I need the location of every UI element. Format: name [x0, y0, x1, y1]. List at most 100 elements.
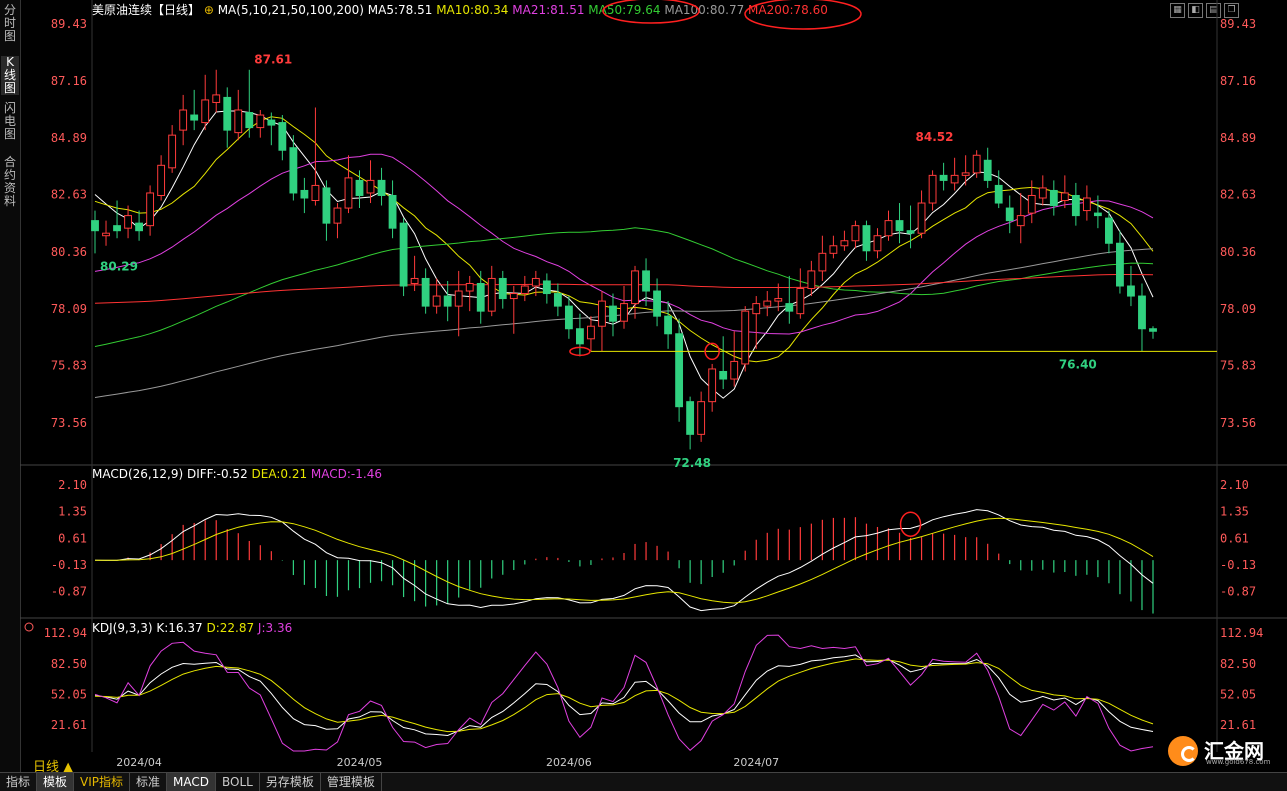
macd-tick-left: 0.61 [58, 531, 87, 545]
price-tick-left: 73.56 [51, 416, 87, 430]
candle-body [1049, 189, 1058, 207]
kdj-tick-left: 82.50 [51, 657, 87, 671]
candle-body [564, 305, 573, 330]
candle-body [730, 360, 739, 380]
candle-body [388, 194, 397, 229]
candle-body [190, 114, 199, 121]
candle-body [675, 333, 684, 408]
candle-body [631, 270, 639, 305]
candle-body [509, 293, 518, 300]
price-tick-left: 84.89 [51, 131, 87, 145]
candle-body [598, 300, 606, 327]
tab-standard[interactable]: 标准 [130, 773, 168, 791]
candle-body [1105, 217, 1113, 244]
sidebar: 分时图 K线图 闪电图 合约资料 [0, 0, 21, 772]
price-annotation: 84.52 [916, 130, 954, 144]
candle-body [708, 368, 717, 403]
candle-body [642, 270, 650, 292]
candle-body [520, 285, 529, 295]
x-tick-label: 2024/04 [116, 756, 162, 769]
kdj-tick-left: 52.05 [51, 688, 87, 702]
macd-value: MACD:-1.46 [311, 467, 382, 481]
candle-body [785, 303, 794, 312]
candle-body [1060, 192, 1069, 202]
candle-body [443, 295, 452, 307]
candle-body [1027, 194, 1036, 214]
tab-indicator[interactable]: 指标 [0, 773, 38, 791]
tab-manage-template[interactable]: 管理模板 [321, 773, 382, 791]
macd-tick-right: 0.61 [1220, 531, 1249, 545]
kdj-j: J:3.36 [257, 621, 292, 635]
tab-vip-indicator[interactable]: VIP指标 [74, 773, 131, 791]
price-tick-left: 87.16 [51, 74, 87, 88]
candle-body [1082, 197, 1091, 212]
bottom-toolbar: 指标 模板 VIP指标 标准 MACD BOLL 另存模板 管理模板 [0, 772, 1287, 791]
candle-body [620, 303, 628, 322]
ma5-line [94, 110, 1154, 399]
price-tick-left: 80.36 [51, 245, 87, 259]
candle-body [322, 187, 331, 224]
candle-body [829, 245, 838, 254]
tab-template[interactable]: 模板 [37, 773, 75, 791]
x-tick-label: 2024/07 [733, 756, 779, 769]
price-tick-right: 75.83 [1220, 359, 1256, 373]
kdj-tick-left: 112.94 [44, 626, 87, 640]
candle-body [697, 401, 706, 435]
candle-body [124, 215, 132, 229]
candle-body [179, 109, 188, 131]
price-tick-left: 82.63 [51, 188, 87, 202]
candle-body [91, 220, 99, 232]
price-tick-right: 73.56 [1220, 416, 1256, 430]
macd-tick-right: 1.35 [1220, 505, 1249, 519]
candle-body [862, 225, 871, 252]
price-annotation: 72.48 [673, 456, 711, 470]
tab-macd[interactable]: MACD [167, 773, 217, 791]
ma-value: MA21:81.51 [512, 3, 588, 17]
chart-area[interactable]: 89.43 89.43 87.16 87.16 84.89 84.89 82.63 82.63… [20, 0, 1287, 772]
macd-tick-left: 1.35 [58, 505, 87, 519]
x-tick-label: 2024/06 [546, 756, 592, 769]
candle-body [576, 328, 584, 345]
tab-kline[interactable]: K线图 [1, 56, 19, 95]
macd-header: MACD(26,12,9) DIFF:-0.52 DEA:0.21 MACD:-… [92, 467, 382, 481]
candle-body [113, 225, 121, 232]
candle-body [201, 99, 210, 124]
ma-label: MA(5,10,21,50,100,200) [218, 3, 368, 17]
kdj-header: KDJ(9,3,3) K:16.37 D:22.87 J:3.36 [92, 621, 292, 635]
tab-boll[interactable]: BOLL [216, 773, 260, 791]
candle-body [245, 112, 254, 129]
tab-contract-info[interactable]: 合约资料 [1, 156, 19, 208]
tab-time-sharing[interactable]: 分时图 [1, 4, 19, 43]
candle-body [906, 230, 915, 234]
candle-body [1016, 215, 1025, 227]
kdj-tick-right: 82.50 [1220, 657, 1256, 671]
candle-body [873, 235, 882, 252]
candle-body [1138, 295, 1146, 330]
logo-icon [1168, 736, 1198, 766]
kdj-tick-right: 21.61 [1220, 718, 1256, 732]
ma-value: MA5:78.51 [368, 3, 436, 17]
candle-body [223, 96, 232, 131]
candle-body [774, 298, 783, 302]
candle-body [884, 220, 893, 237]
candle-body [1038, 187, 1047, 199]
highlight-circle [899, 511, 922, 538]
tab-save-template[interactable]: 另存模板 [260, 773, 321, 791]
candle-body [1005, 207, 1014, 222]
candle-body [355, 179, 364, 196]
candle-body [454, 290, 463, 307]
candle-body [796, 288, 805, 315]
candle-body [1116, 242, 1124, 287]
candle-body [1093, 212, 1102, 217]
candle-body [278, 122, 287, 151]
candle-body [344, 177, 353, 209]
ma-value: MA200:78.60 [748, 3, 828, 17]
candle-body [609, 305, 617, 322]
ma-value: MA50:79.64 [588, 3, 664, 17]
kdj-k: K:16.37 [156, 621, 206, 635]
candle-body [102, 232, 110, 237]
tab-flash[interactable]: 闪电图 [1, 102, 19, 141]
price-tick-right: 89.43 [1220, 17, 1256, 31]
candle-body [135, 222, 143, 232]
kdj-tick-right: 52.05 [1220, 688, 1256, 702]
